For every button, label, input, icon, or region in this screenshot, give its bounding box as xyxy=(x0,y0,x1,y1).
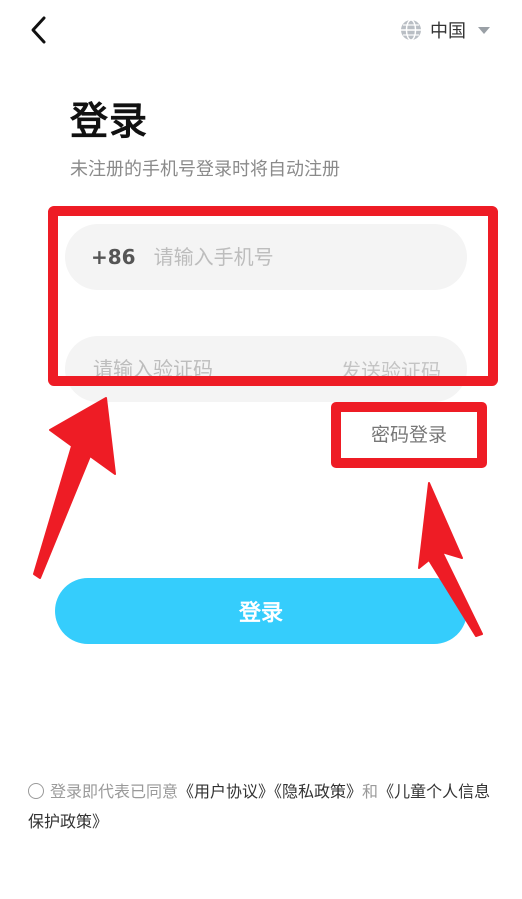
back-button[interactable] xyxy=(24,12,54,48)
chevron-down-icon xyxy=(478,26,490,34)
login-button[interactable]: 登录 xyxy=(55,578,467,644)
region-label: 中国 xyxy=(430,21,466,42)
annotation-highlight-box xyxy=(48,206,498,386)
annotation-highlight-box xyxy=(331,402,487,468)
region-selector[interactable]: 中国 xyxy=(400,14,490,46)
back-arrow-icon xyxy=(31,16,46,44)
page-title: 登录 xyxy=(70,99,149,143)
agreement-text: 登录即代表已同意《用户协议》《隐私政策》和《儿童个人信息保护政策》 xyxy=(28,777,498,837)
agree-radio[interactable] xyxy=(28,783,44,799)
agreement-and: 和 xyxy=(362,782,379,801)
privacy-policy-link[interactable]: 《隐私政策》 xyxy=(274,782,362,801)
globe-icon xyxy=(401,19,421,41)
annotation-arrow-left xyxy=(33,397,116,579)
page-subtitle: 未注册的手机号登录时将自动注册 xyxy=(70,159,340,180)
user-agreement-link[interactable]: 《用户协议》 xyxy=(178,782,274,801)
agreement-prefix: 登录即代表已同意 xyxy=(50,782,179,801)
